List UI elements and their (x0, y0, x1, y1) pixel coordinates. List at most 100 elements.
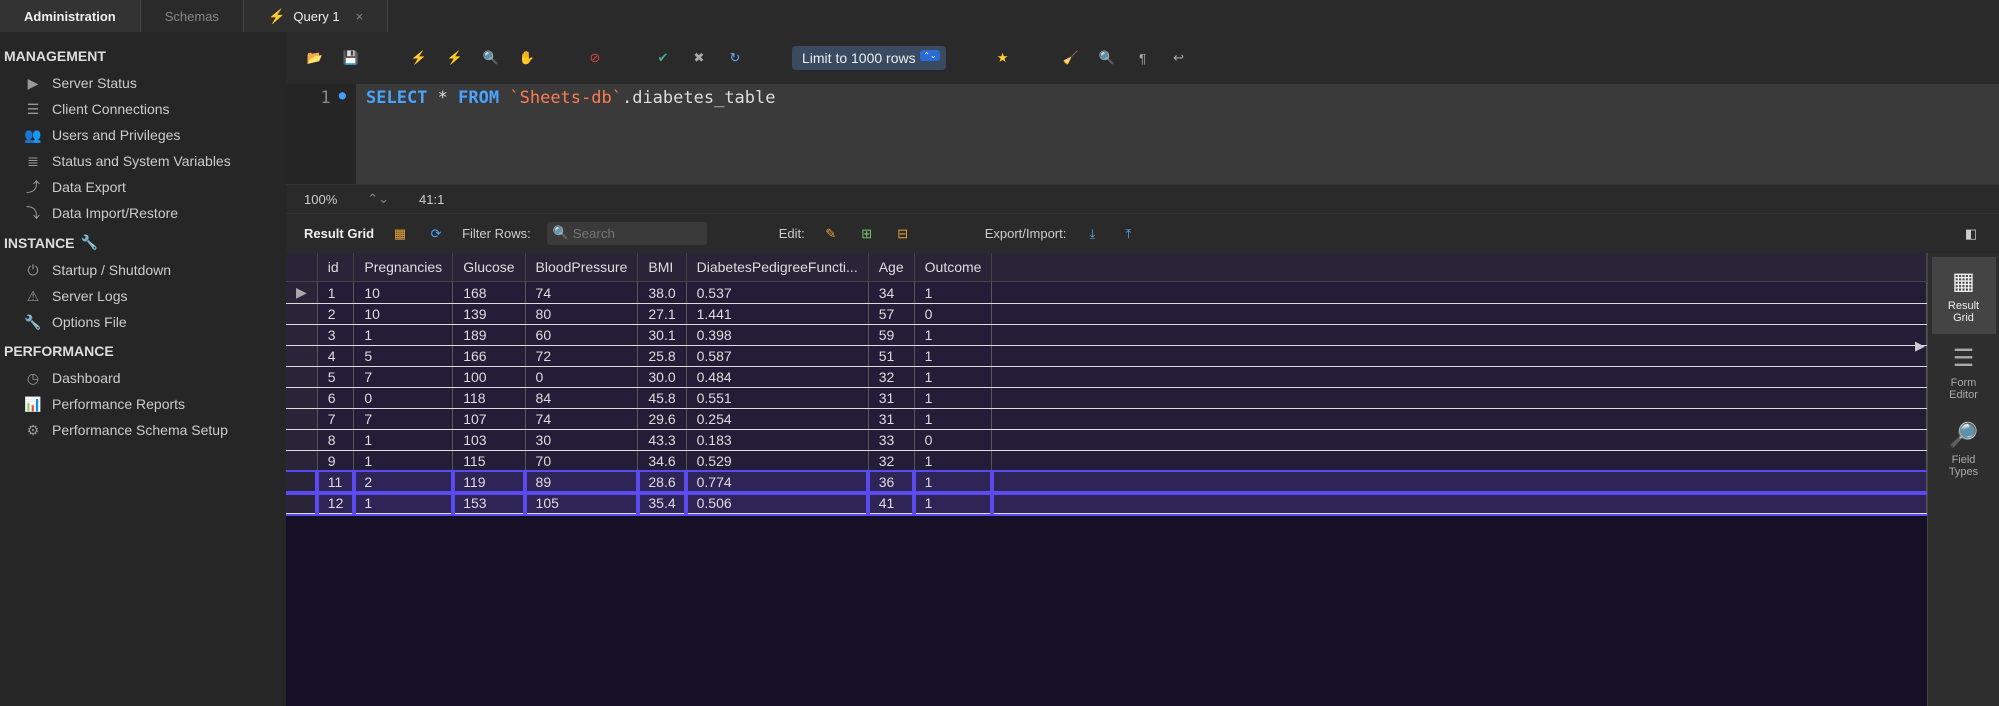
cell[interactable]: 7 (354, 367, 453, 388)
cell[interactable]: 139 (453, 304, 525, 325)
favorite-icon[interactable]: ★ (992, 47, 1014, 69)
cell[interactable]: 7 (317, 409, 354, 430)
cell[interactable]: 32 (868, 367, 914, 388)
sidebar-item-client-connections[interactable]: ☰ Client Connections (0, 96, 286, 122)
cell[interactable]: 36 (868, 472, 914, 493)
sidebar-item-status-vars[interactable]: ≣ Status and System Variables (0, 148, 286, 174)
cell[interactable]: 6 (317, 388, 354, 409)
cell[interactable]: 89 (525, 472, 638, 493)
table-row[interactable]: 57100030.00.484321 (286, 367, 1927, 388)
cell[interactable]: 74 (525, 282, 638, 304)
cell[interactable]: 32 (868, 451, 914, 472)
autocommit-icon[interactable]: ↻ (724, 47, 746, 69)
column-header[interactable]: BloodPressure (525, 253, 638, 282)
cell[interactable]: 9 (317, 451, 354, 472)
sidebar-item-server-status[interactable]: ▶ Server Status (0, 70, 286, 96)
column-header[interactable]: Age (868, 253, 914, 282)
cell[interactable]: 1 (914, 282, 992, 304)
refresh-icon[interactable]: ⟳ (426, 224, 446, 244)
sidebar-item-performance-reports[interactable]: 📊 Performance Reports (0, 391, 286, 417)
sidebar-item-data-export[interactable]: ⤴ Data Export (0, 174, 286, 200)
tab-administration[interactable]: Administration (0, 0, 141, 32)
zoom-stepper-icon[interactable]: ⌃⌄ (367, 191, 389, 207)
cell[interactable]: 59 (868, 325, 914, 346)
cell[interactable]: 0.254 (686, 409, 868, 430)
whitespace-icon[interactable]: ¶ (1132, 47, 1154, 69)
tab-schemas[interactable]: Schemas (141, 0, 244, 32)
sidebar-item-dashboard[interactable]: ◷ Dashboard (0, 365, 286, 391)
table-row[interactable]: 2101398027.11.441570 (286, 304, 1927, 325)
sql-editor[interactable]: 1 ● SELECT * FROM `Sheets-db`.diabetes_t… (286, 84, 1999, 184)
open-file-icon[interactable]: 📂 (304, 47, 326, 69)
execute-step-icon[interactable]: ⚡ (444, 47, 466, 69)
result-grid[interactable]: idPregnanciesGlucoseBloodPressureBMIDiab… (286, 253, 1927, 706)
cell[interactable]: 29.6 (638, 409, 686, 430)
cell[interactable]: 105 (525, 493, 638, 514)
cell[interactable]: 30 (525, 430, 638, 451)
cell[interactable]: 1 (914, 346, 992, 367)
cell[interactable]: 168 (453, 282, 525, 304)
cell[interactable]: 4 (317, 346, 354, 367)
cell[interactable]: 103 (453, 430, 525, 451)
sidebar-item-data-import[interactable]: ⤵ Data Import/Restore (0, 200, 286, 226)
cell[interactable]: 10 (354, 282, 453, 304)
cell[interactable]: 11 (317, 472, 354, 493)
close-icon[interactable]: × (356, 9, 364, 24)
limit-select[interactable]: Limit to 1000 rows (792, 46, 946, 70)
table-row[interactable]: ▶1101687438.00.537341 (286, 282, 1927, 304)
cell[interactable]: 41 (868, 493, 914, 514)
cell[interactable]: 166 (453, 346, 525, 367)
cell[interactable]: 1.441 (686, 304, 868, 325)
cell[interactable]: 0.506 (686, 493, 868, 514)
cell[interactable]: 2 (317, 304, 354, 325)
cell[interactable]: 35.4 (638, 493, 686, 514)
save-icon[interactable]: 💾 (340, 47, 362, 69)
cell[interactable]: 118 (453, 388, 525, 409)
cell[interactable]: 0 (914, 304, 992, 325)
cell[interactable]: 1 (914, 472, 992, 493)
rail-field-types[interactable]: 🔎 Field Types (1932, 411, 1996, 488)
cell[interactable]: 27.1 (638, 304, 686, 325)
execute-icon[interactable]: ⚡ (408, 47, 430, 69)
cell[interactable]: 33 (868, 430, 914, 451)
add-row-icon[interactable]: ⊞ (857, 224, 877, 244)
cell[interactable]: 43.3 (638, 430, 686, 451)
cell[interactable]: 189 (453, 325, 525, 346)
find-icon[interactable]: 🔍 (1096, 47, 1118, 69)
column-header[interactable]: BMI (638, 253, 686, 282)
table-row[interactable]: 1121198928.60.774361 (286, 472, 1927, 493)
export-resultset-icon[interactable]: ⤓ (1082, 224, 1102, 244)
column-header[interactable]: DiabetesPedigreeFuncti... (686, 253, 868, 282)
column-header[interactable]: Pregnancies (354, 253, 453, 282)
panel-toggle-icon[interactable]: ◧ (1961, 224, 1981, 244)
cell[interactable]: 12 (317, 493, 354, 514)
explain-icon[interactable]: 🔍 (480, 47, 502, 69)
editor-code[interactable]: SELECT * FROM `Sheets-db`.diabetes_table (356, 84, 1999, 184)
cell[interactable]: 7 (354, 409, 453, 430)
cell[interactable]: 28.6 (638, 472, 686, 493)
cancel-query-icon[interactable]: ⊘ (584, 47, 606, 69)
cell[interactable]: 30.0 (638, 367, 686, 388)
cell[interactable]: 0.183 (686, 430, 868, 451)
cell[interactable]: 5 (354, 346, 453, 367)
cell[interactable]: 60 (525, 325, 638, 346)
table-row[interactable]: 451667225.80.587511 (286, 346, 1927, 367)
table-row[interactable]: 811033043.30.183330 (286, 430, 1927, 451)
cell[interactable]: 8 (317, 430, 354, 451)
cell[interactable]: 30.1 (638, 325, 686, 346)
cell[interactable]: 1 (354, 430, 453, 451)
sidebar-item-options-file[interactable]: 🔧 Options File (0, 309, 286, 335)
table-row[interactable]: 771077429.60.254311 (286, 409, 1927, 430)
cell[interactable]: 3 (317, 325, 354, 346)
delete-row-icon[interactable]: ⊟ (893, 224, 913, 244)
table-row[interactable]: 911157034.60.529321 (286, 451, 1927, 472)
cell[interactable]: 100 (453, 367, 525, 388)
sidebar-item-server-logs[interactable]: ⚠ Server Logs (0, 283, 286, 309)
edit-row-icon[interactable]: ✎ (821, 224, 841, 244)
cell[interactable]: 0 (525, 367, 638, 388)
wrap-icon[interactable]: ↩ (1168, 47, 1190, 69)
cell[interactable]: 1 (914, 451, 992, 472)
sidebar-item-startup-shutdown[interactable]: ⏻ Startup / Shutdown (0, 257, 286, 283)
cell[interactable]: 1 (914, 367, 992, 388)
cell[interactable]: 0.529 (686, 451, 868, 472)
